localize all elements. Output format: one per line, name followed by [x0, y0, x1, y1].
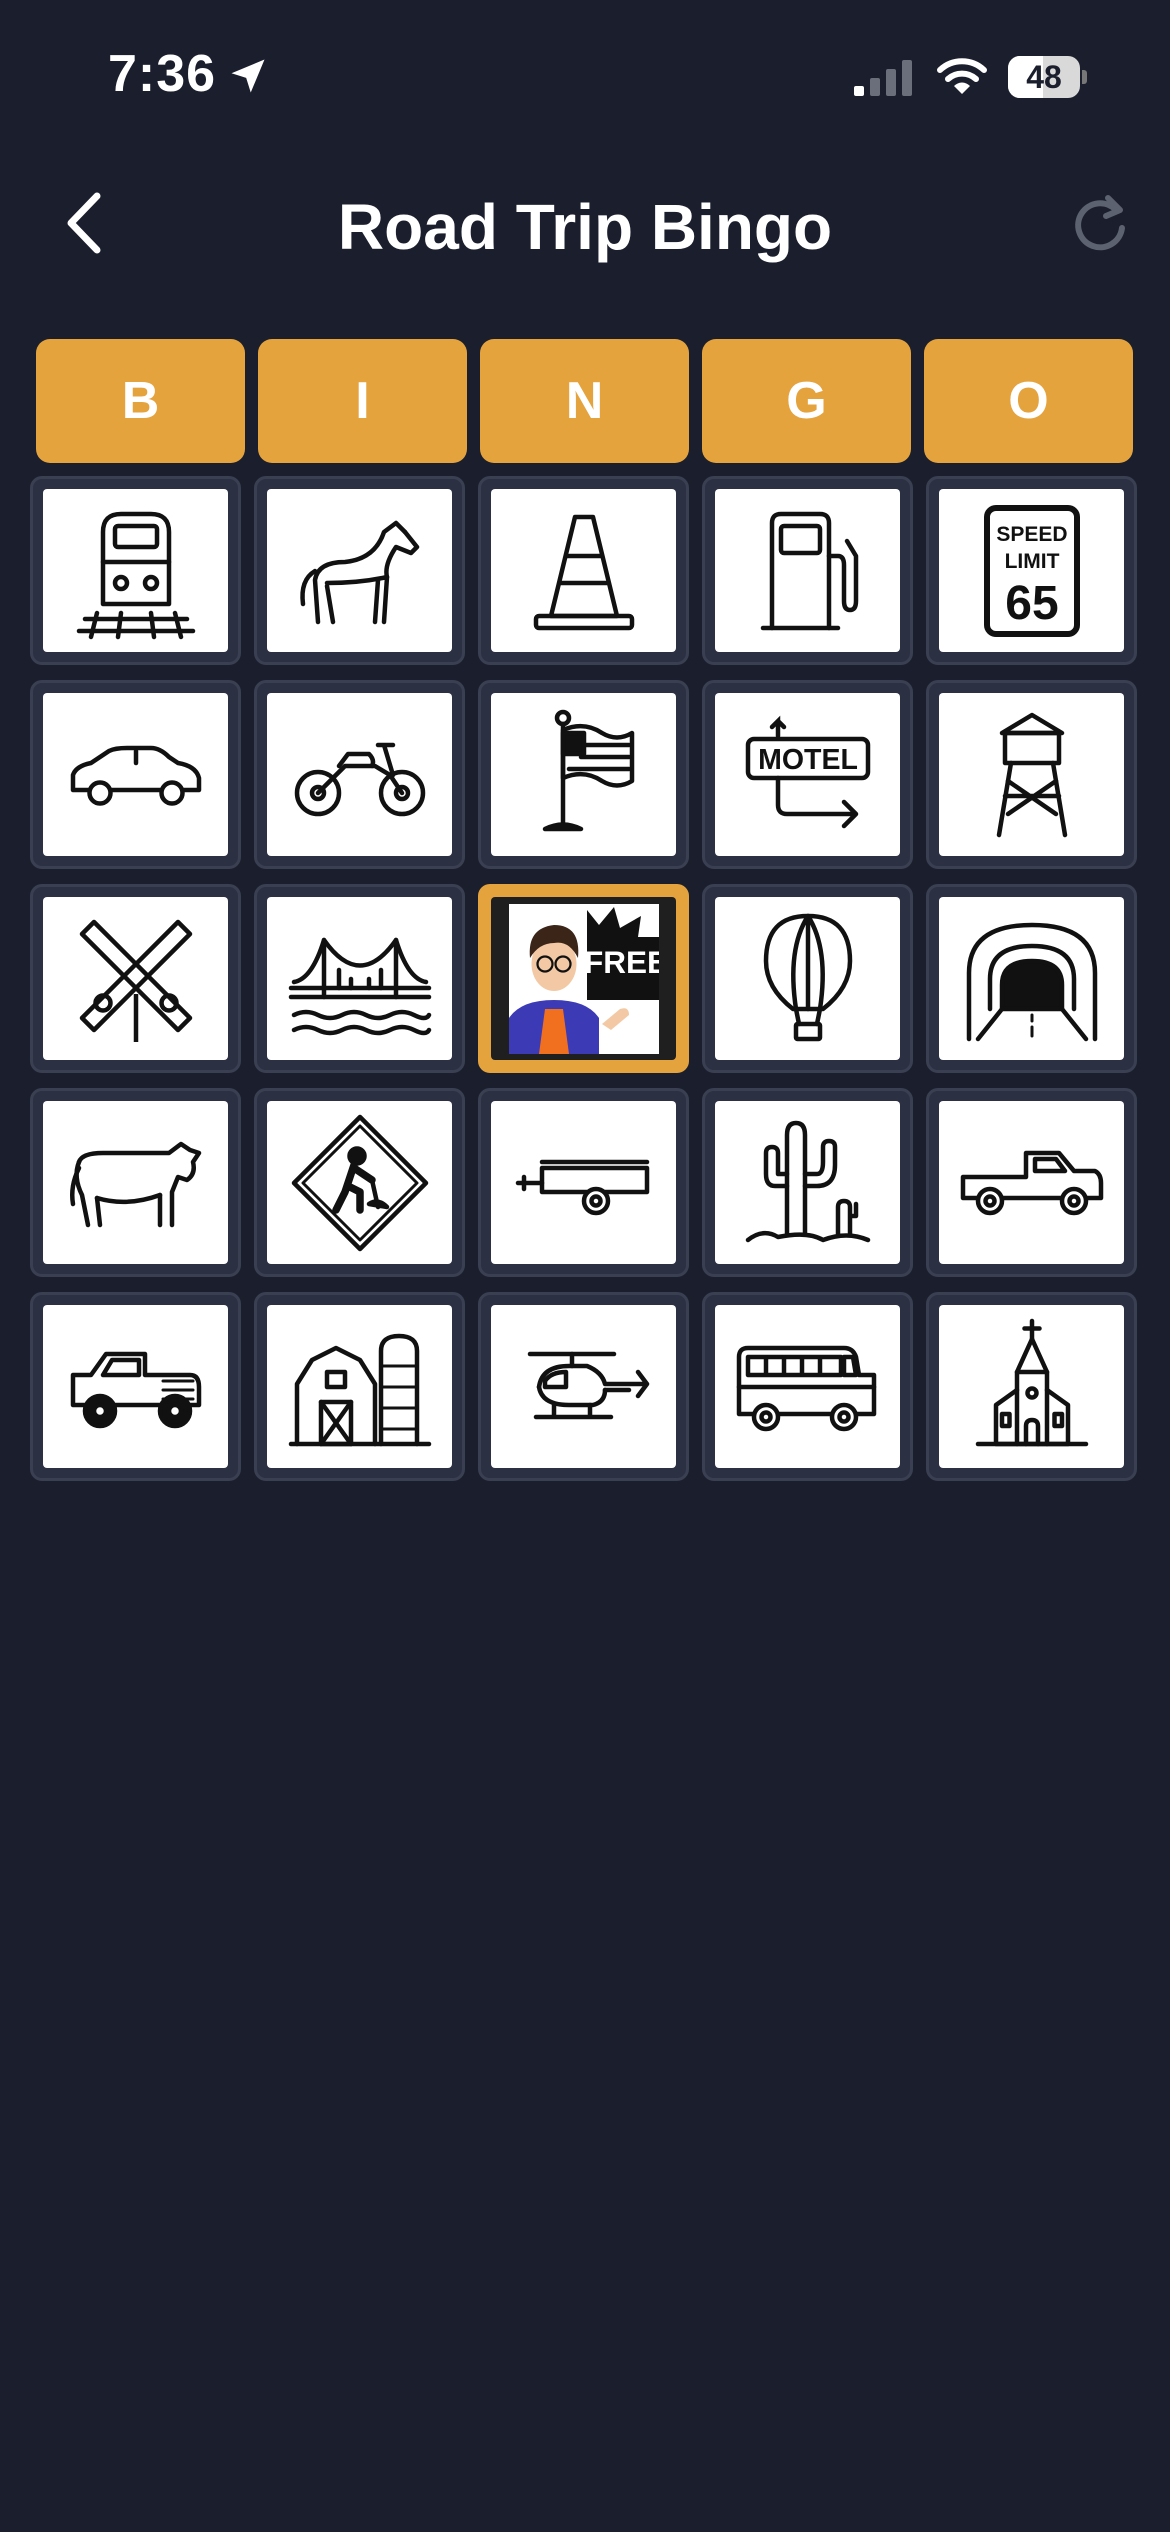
bingo-cell-cow[interactable] — [30, 1088, 241, 1277]
cactus-icon — [745, 1120, 870, 1242]
traffic-cone-icon — [533, 514, 634, 630]
free-space-label: FREE — [583, 944, 658, 980]
car-icon — [70, 745, 201, 806]
school-bus-icon — [736, 1345, 876, 1431]
hot-air-balloon-icon — [763, 913, 852, 1041]
status-time: 7:36 — [108, 45, 217, 103]
train-icon — [76, 511, 195, 639]
nav-bar: Road Trip Bingo — [0, 170, 1170, 280]
water-tower-icon — [996, 712, 1067, 837]
bingo-cell-tunnel[interactable] — [926, 884, 1137, 1073]
bingo-cell-helicopter[interactable] — [478, 1292, 689, 1481]
refresh-icon[interactable] — [1068, 192, 1132, 256]
bingo-cell-school-bus[interactable] — [702, 1292, 913, 1481]
church-icon — [975, 1318, 1088, 1446]
helicopter-icon — [527, 1351, 649, 1419]
bingo-cell-water-tower[interactable] — [926, 680, 1137, 869]
bingo-cell-hot-air-balloon[interactable] — [702, 884, 913, 1073]
sign-text-limit: LIMIT — [1004, 550, 1059, 573]
free-space-avatar-icon: FREE — [508, 903, 659, 1054]
page-title: Road Trip Bingo — [337, 191, 833, 263]
motel-sign-text: MOTEL — [758, 744, 858, 776]
header-letter-o: O — [924, 339, 1133, 463]
bingo-cell-jeep[interactable] — [30, 1292, 241, 1481]
header-letter-n: N — [480, 339, 689, 463]
bingo-cell-cactus[interactable] — [702, 1088, 913, 1277]
header-letter-g: G — [702, 339, 911, 463]
battery-indicator: 48 — [1008, 56, 1088, 98]
header-letter-i: I — [258, 339, 467, 463]
tunnel-icon — [966, 922, 1097, 1041]
bingo-cell-traffic-cone[interactable] — [478, 476, 689, 665]
bingo-cell-free-space[interactable]: FREE — [478, 884, 689, 1073]
bingo-cell-horse[interactable] — [254, 476, 465, 665]
bingo-cell-church[interactable] — [926, 1292, 1137, 1481]
bingo-cell-motel-sign[interactable]: MOTEL — [702, 680, 913, 869]
jeep-icon — [70, 1351, 201, 1428]
trailer-icon — [515, 1159, 649, 1215]
bingo-cell-barn[interactable] — [254, 1292, 465, 1481]
sign-text-number: 65 — [1005, 577, 1058, 630]
bingo-cell-trailer[interactable] — [478, 1088, 689, 1277]
bingo-cell-train[interactable] — [30, 476, 241, 665]
status-bar: 7:36 48 — [0, 0, 1170, 150]
bingo-header: B I N G O — [36, 339, 1134, 463]
horse-icon — [299, 520, 419, 624]
cellular-signal-icon — [854, 60, 912, 96]
bridge-icon — [288, 937, 431, 1035]
bingo-cell-bridge[interactable] — [254, 884, 465, 1073]
pickup-truck-icon — [960, 1150, 1103, 1215]
bingo-grid: SPEED LIMIT 65 MOTEL FRE — [30, 476, 1140, 1481]
bingo-cell-road-work-sign[interactable] — [254, 1088, 465, 1277]
gas-pump-icon — [760, 511, 858, 630]
barn-icon — [288, 1333, 431, 1446]
bingo-cell-gas-pump[interactable] — [702, 476, 913, 665]
bingo-cell-pickup-truck[interactable] — [926, 1088, 1137, 1277]
road-work-sign-icon — [291, 1114, 428, 1251]
battery-percent: 48 — [1026, 59, 1062, 95]
bingo-cell-flag[interactable] — [478, 680, 689, 869]
header-letter-b: B — [36, 339, 245, 463]
cow-icon — [69, 1141, 201, 1227]
location-arrow-icon — [231, 59, 265, 93]
bingo-cell-speed-limit[interactable]: SPEED LIMIT 65 — [926, 476, 1137, 665]
bingo-cell-car[interactable] — [30, 680, 241, 869]
wifi-icon — [937, 58, 987, 94]
railroad-crossing-icon — [79, 919, 192, 1042]
motorcycle-icon — [294, 742, 425, 816]
flag-icon — [542, 709, 634, 831]
speed-limit-sign-icon: SPEED LIMIT 65 — [983, 504, 1080, 637]
bingo-cell-railroad-crossing[interactable] — [30, 884, 241, 1073]
sign-text-speed: SPEED — [996, 523, 1067, 546]
bingo-cell-motorcycle[interactable] — [254, 680, 465, 869]
motel-sign-icon: MOTEL — [745, 715, 870, 828]
